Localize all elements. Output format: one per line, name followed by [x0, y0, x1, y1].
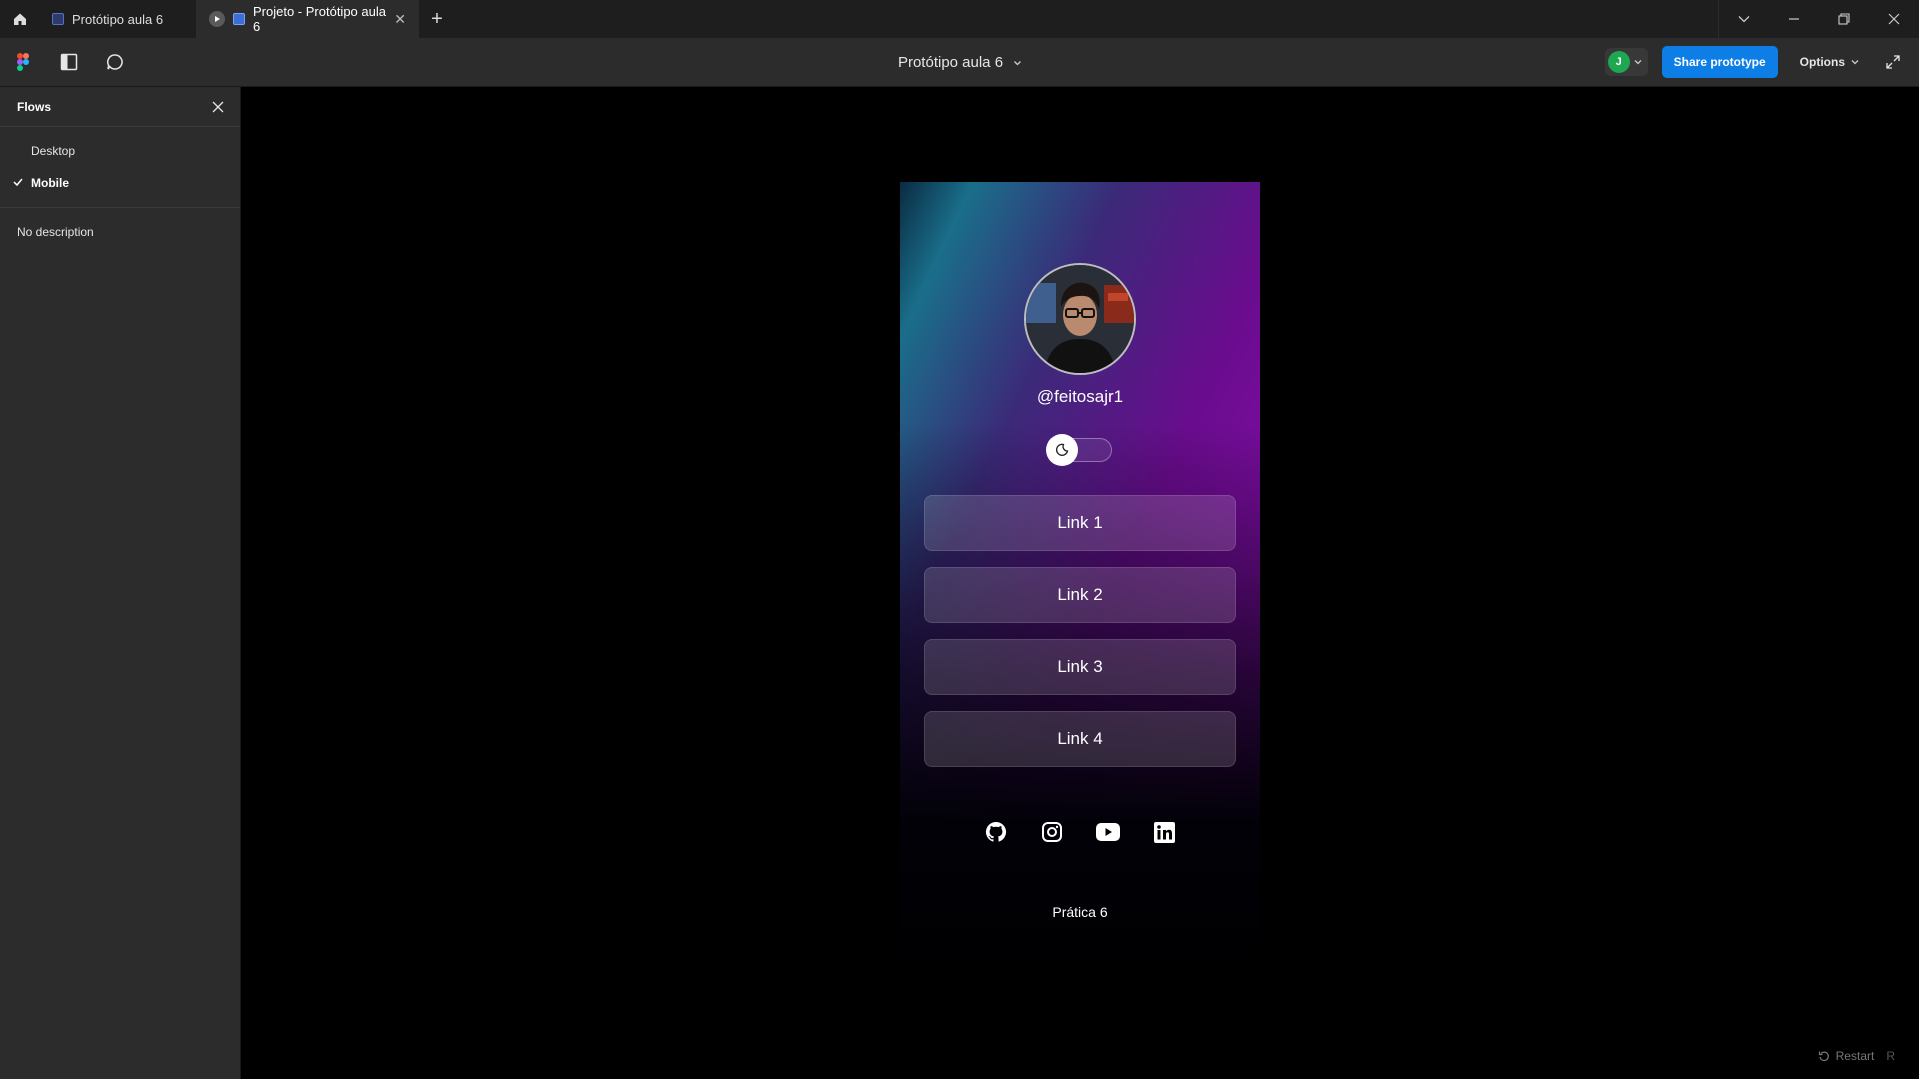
social-links	[900, 820, 1260, 850]
close-icon	[1888, 13, 1900, 25]
toggle-sidebar-button[interactable]	[46, 38, 92, 87]
restart-shortcut: R	[1886, 1049, 1895, 1063]
flow-item-label: Mobile	[31, 176, 69, 190]
flow-item-label: Desktop	[31, 144, 76, 158]
options-dropdown[interactable]: Options	[1792, 55, 1867, 69]
theme-toggle[interactable]	[1046, 434, 1112, 466]
options-label: Options	[1799, 55, 1845, 69]
chevron-down-icon	[1634, 60, 1642, 65]
restore-button[interactable]	[1819, 0, 1869, 38]
linkedin-icon[interactable]	[1152, 820, 1176, 844]
window-controls	[1718, 0, 1919, 38]
flow-description: No description	[17, 225, 94, 239]
link-button-1[interactable]: Link 1	[924, 495, 1236, 551]
tab-prototype-label: Projeto - Protótipo aula 6	[253, 4, 386, 34]
chevron-down-icon	[1738, 16, 1750, 23]
github-icon[interactable]	[984, 820, 1008, 844]
flows-header: Flows	[0, 87, 240, 127]
sidebar-icon	[60, 53, 78, 71]
flow-item-desktop[interactable]: Desktop	[0, 135, 240, 167]
prototype-canvas: @feitosajr1 Link 1 Link 2 Link 3 Link 4 …	[241, 87, 1919, 1079]
flows-title: Flows	[17, 99, 52, 114]
figma-logo-icon	[17, 53, 29, 71]
home-button[interactable]	[0, 0, 40, 38]
comments-button[interactable]	[92, 38, 138, 87]
comment-icon	[107, 54, 123, 70]
minimize-icon	[1789, 18, 1799, 20]
file-icon	[233, 13, 245, 25]
avatar: J	[1607, 51, 1630, 73]
link-button-4[interactable]: Link 4	[924, 711, 1236, 767]
profile-photo	[1024, 263, 1136, 375]
figma-menu-button[interactable]	[0, 38, 46, 87]
fullscreen-button[interactable]	[1881, 55, 1905, 69]
tab-prototype[interactable]: Projeto - Protótipo aula 6 ✕	[197, 0, 419, 38]
prototype-toolbar: Protótipo aula 6 J Share prototype Optio…	[0, 38, 1919, 87]
share-prototype-button[interactable]: Share prototype	[1661, 46, 1778, 78]
flows-sidebar: Flows Desktop Mobile No description	[0, 87, 241, 1079]
restart-button[interactable]: Restart R	[1818, 1049, 1895, 1063]
tabs-dropdown-button[interactable]	[1719, 0, 1769, 38]
check-icon	[13, 178, 23, 187]
project-title: Protótipo aula 6	[897, 54, 1004, 71]
user-menu[interactable]: J	[1604, 48, 1648, 76]
flow-list: Desktop Mobile	[0, 127, 240, 208]
file-icon	[52, 13, 64, 25]
chevron-down-icon	[1013, 60, 1021, 65]
restore-icon	[1838, 13, 1850, 25]
link-button-2[interactable]: Link 2	[924, 567, 1236, 623]
chevron-down-icon	[1851, 60, 1859, 65]
tab-file[interactable]: Protótipo aula 6	[40, 0, 197, 38]
profile-handle: @feitosajr1	[1036, 387, 1124, 406]
instagram-icon[interactable]	[1040, 820, 1064, 844]
link-button-3[interactable]: Link 3	[924, 639, 1236, 695]
home-icon	[14, 13, 26, 25]
minimize-button[interactable]	[1769, 0, 1819, 38]
restart-label: Restart	[1835, 1049, 1875, 1063]
youtube-icon[interactable]	[1096, 820, 1120, 844]
play-icon	[209, 11, 225, 27]
close-window-button[interactable]	[1869, 0, 1919, 38]
tab-file-label: Protótipo aula 6	[72, 11, 164, 27]
mobile-frame: @feitosajr1 Link 1 Link 2 Link 3 Link 4 …	[900, 182, 1260, 982]
window-titlebar: Protótipo aula 6 Projeto - Protótipo aul…	[0, 0, 1919, 38]
toggle-knob	[1046, 434, 1078, 466]
footer-text: Prática 6	[1052, 904, 1108, 920]
close-tab-icon[interactable]: ✕	[394, 11, 406, 28]
project-title-dropdown[interactable]: Protótipo aula 6	[898, 38, 1021, 87]
close-icon[interactable]	[212, 101, 224, 113]
expand-icon	[1886, 55, 1900, 69]
restart-icon	[1818, 1051, 1829, 1062]
moon-icon	[1056, 443, 1069, 456]
new-tab-button[interactable]: +	[419, 0, 455, 38]
flow-item-mobile[interactable]: Mobile	[0, 167, 240, 199]
